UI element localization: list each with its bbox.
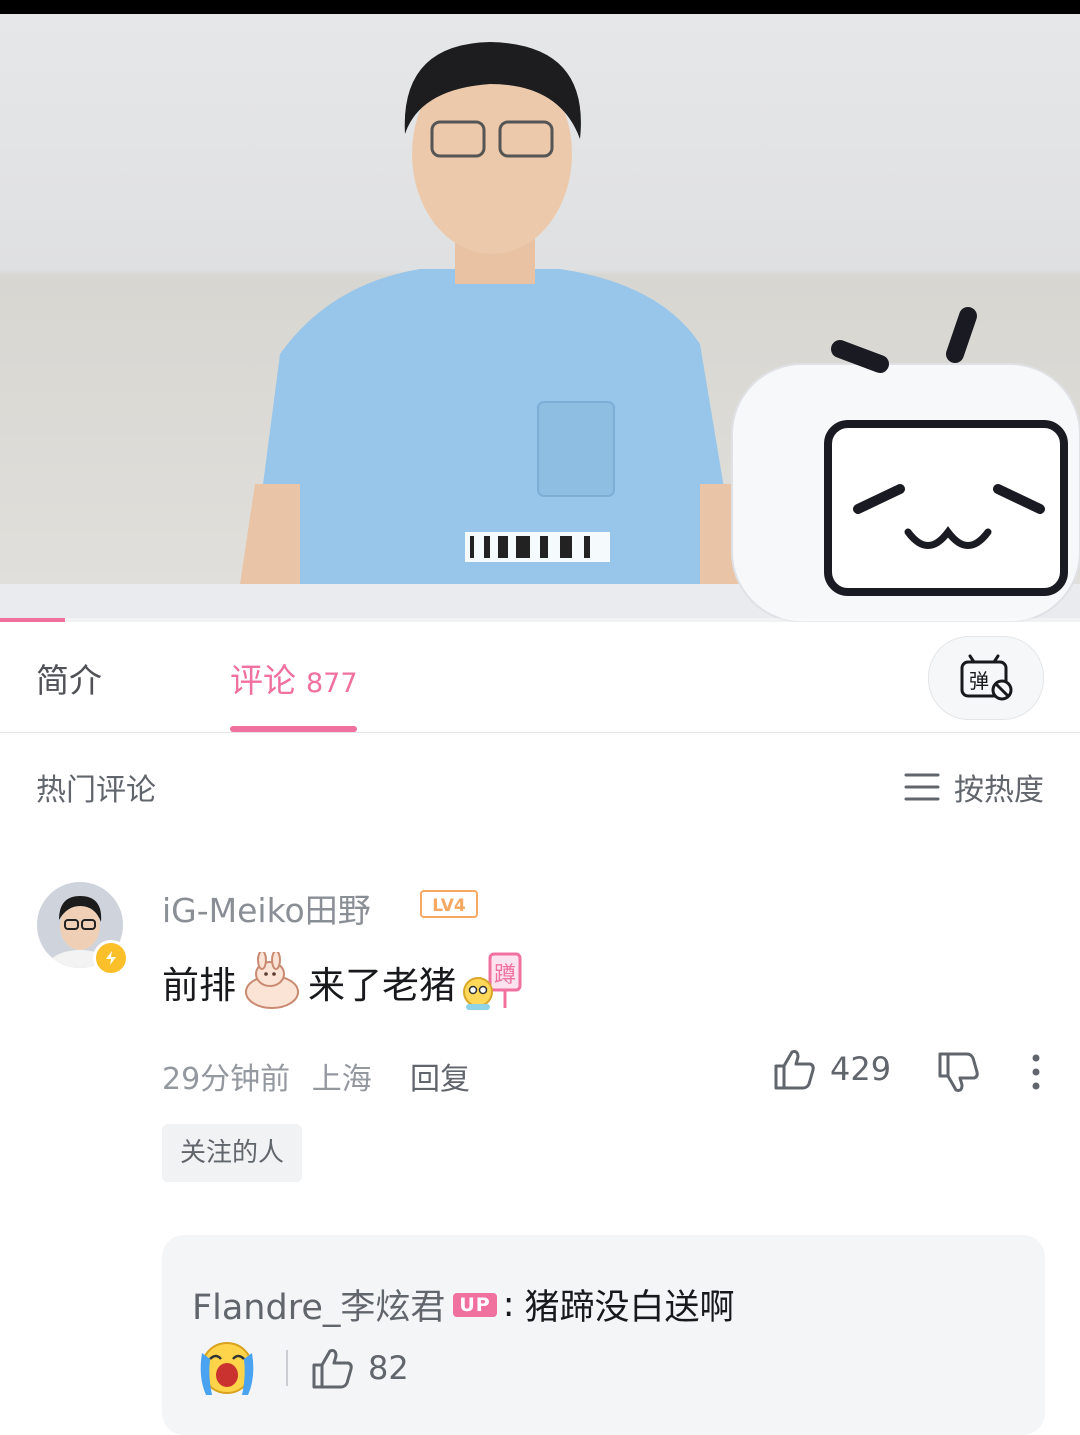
comment-username[interactable]: iG-Meiko田野 — [162, 884, 371, 932]
hot-comments-title: 热门评论 — [36, 773, 156, 808]
sort-label: 按热度 — [954, 773, 1044, 808]
more-vertical-icon — [1032, 1054, 1040, 1090]
thumbs-down-icon — [938, 1052, 979, 1092]
followed-user-tag: 关注的人 — [162, 1124, 303, 1182]
comment-time: 29分钟前 — [162, 1062, 291, 1097]
tab-intro[interactable]: 简介 — [36, 654, 102, 702]
menu-lines-icon — [904, 773, 940, 801]
tab-comments[interactable]: 评论 877 — [230, 654, 358, 702]
like-button[interactable]: 429 — [772, 1048, 891, 1090]
more-options-button[interactable] — [1026, 1052, 1046, 1092]
divider — [286, 1350, 288, 1386]
video-frame — [0, 42, 1080, 622]
danmaku-toggle-button[interactable]: 弹 — [928, 636, 1044, 720]
level-badge: LV4 — [420, 890, 478, 918]
tab-comments-label: 评论 — [230, 661, 296, 700]
svg-text:蹲: 蹲 — [494, 963, 516, 988]
verified-badge-icon — [93, 940, 129, 976]
sort-button[interactable]: 按热度 — [904, 765, 1044, 809]
reply-text: 猪蹄没白送啊 — [524, 1288, 735, 1328]
reply-like-button[interactable]: 82 — [310, 1347, 409, 1389]
reply-preview[interactable]: Flandre_李炫君 UP : 猪蹄没白送啊 82 — [162, 1235, 1045, 1435]
reply-line: Flandre_李炫君 UP : 猪蹄没白送啊 — [192, 1279, 735, 1330]
crying-face-emote — [200, 1342, 254, 1395]
comment-text-part1: 前排 — [162, 964, 236, 1007]
dislike-button[interactable] — [936, 1052, 980, 1098]
reply-username[interactable]: Flandre_李炫君 — [192, 1279, 445, 1330]
reply-button[interactable]: 回复 — [410, 1054, 470, 1098]
thumbs-up-icon — [774, 1050, 815, 1090]
comment-location: 上海 — [311, 1062, 372, 1097]
squat-sign-emote: 蹲 — [463, 952, 522, 1010]
shirt-pocket — [537, 401, 615, 497]
reply-separator: : — [502, 1284, 515, 1325]
video-player[interactable] — [0, 14, 1080, 622]
tab-active-indicator — [230, 726, 357, 732]
tab-bar: 简介 评论 877 弹 — [0, 622, 1080, 733]
svg-text:LV4: LV4 — [432, 896, 466, 916]
thumbs-up-icon — [312, 1349, 353, 1389]
tab-comments-count: 877 — [306, 668, 358, 699]
reply-footer: 82 — [196, 1337, 409, 1399]
cute-rabbit-emote — [245, 952, 299, 1009]
comment-meta: 29分钟前 上海 — [162, 1054, 372, 1098]
reply-like-count: 82 — [368, 1349, 409, 1387]
comment-text: 前排 来了老猪 蹲 — [162, 952, 528, 1012]
comment-text-part2: 来了老猪 — [308, 964, 456, 1007]
status-bar — [0, 0, 1080, 14]
like-count: 429 — [830, 1050, 892, 1088]
person-arm-left — [240, 484, 300, 584]
up-badge: UP — [453, 1292, 497, 1317]
svg-text:弹: 弹 — [969, 669, 989, 693]
danmaku-toggle-icon: 弹 — [960, 654, 1013, 701]
